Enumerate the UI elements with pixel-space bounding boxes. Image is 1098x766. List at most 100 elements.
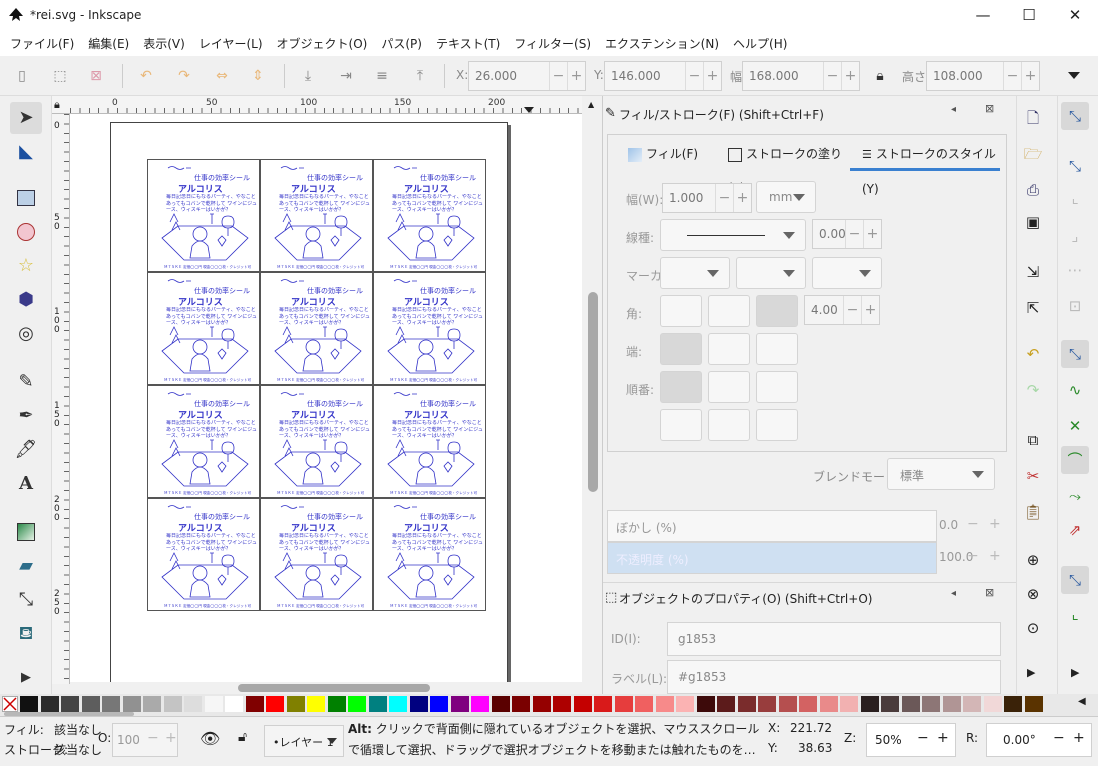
select-all-layers-icon[interactable]: ⬚ [48,64,72,88]
export-icon[interactable]: ⇱ [1019,294,1047,322]
rotate-ccw-icon[interactable]: ↶ [134,64,158,88]
new-document-icon[interactable]: 🗋︎ [1019,104,1047,132]
zoom-in-button[interactable]: + [937,730,949,746]
blur-decrement[interactable]: − [967,516,979,532]
menu-layer[interactable]: レイヤー(L) [193,33,269,55]
cap-butt-button[interactable] [660,333,702,365]
menu-edit[interactable]: 編集(E) [82,33,135,55]
current-layer-dropdown[interactable]: •レイヤー 1 [264,725,344,757]
palette-swatch[interactable] [389,696,407,712]
sticker-label[interactable]: 仕事の効率シール アルコリス 毎日記念日にもなるパーティ、やなことあってもコバン… [260,385,373,498]
node-tool-icon[interactable]: ◣ [10,136,42,168]
order-normal-button[interactable] [660,371,702,403]
palette-swatch[interactable] [901,696,920,712]
snap-nodes-icon[interactable]: ⤡ [1061,340,1089,368]
cap-square-button[interactable] [756,333,798,365]
palette-swatch[interactable] [430,696,448,712]
panel-close-icon[interactable]: ⊠ [985,102,994,115]
no-paint-swatch[interactable] [2,696,18,712]
dash-pattern-dropdown[interactable] [660,219,806,251]
palette-swatch[interactable] [307,696,325,712]
sticker-label[interactable]: 仕事の効率シール アルコリス 毎日記念日にもなるパーティ、やなことあってもコバン… [373,385,486,498]
width-decrement[interactable]: − [823,62,841,90]
tab-fill[interactable]: フィル(F) [616,137,716,171]
menu-text[interactable]: テキスト(T) [430,33,506,55]
sticker-grid[interactable]: 仕事の効率シール アルコリス 毎日記念日にもなるパーティ、やなことあってもコバン… [147,159,487,613]
import-icon[interactable]: ⇲ [1019,258,1047,286]
lock-ratio-icon[interactable]: 🔒︎ [868,64,892,88]
order-markers-stroke-button[interactable] [756,409,798,441]
palette-swatches[interactable] [20,694,1060,712]
dropper-tool-icon[interactable]: ⤡ [10,584,42,616]
palette-swatch[interactable] [778,696,797,712]
select-all-icon[interactable]: ▯ [10,64,34,88]
menu-file[interactable]: ファイル(F) [4,33,80,55]
toggle-visibility-icon[interactable]: 👁︎ [200,729,220,748]
palette-swatch[interactable] [20,696,38,712]
palette-swatch[interactable] [225,696,243,712]
palette-swatch[interactable] [204,696,223,712]
palette-swatch[interactable] [963,696,981,712]
palette-swatch[interactable] [163,696,182,712]
sticker-label[interactable]: 仕事の効率シール アルコリス 毎日記念日にもなるパーティ、やなことあってもコバン… [260,272,373,385]
horizontal-ruler[interactable]: 🔒︎ 0 50 100 150 200 [52,96,582,114]
rotate-cw-icon[interactable]: ↷ [172,64,196,88]
undo-icon[interactable]: ↶ [1019,340,1047,368]
paste-icon[interactable]: 📋︎ [1019,498,1047,526]
snap-smooth-icon[interactable]: ⤳ [1061,482,1089,510]
palette-swatch[interactable] [881,696,899,712]
snap-bbox-edge-icon[interactable]: ⌞ [1061,184,1089,212]
minimize-button[interactable]: — [960,0,1006,32]
palette-swatch[interactable] [184,696,202,712]
y-decrement[interactable]: − [685,62,703,90]
miter-limit-decrement[interactable]: − [843,296,861,324]
maximize-button[interactable]: ☐ [1006,0,1052,32]
width-field[interactable]: 168.000 − + [742,61,860,91]
miter-limit-increment[interactable]: + [861,296,879,324]
menu-filters[interactable]: フィルター(S) [508,33,597,55]
snap-cusp-icon[interactable]: ⌒ [1061,446,1089,474]
horizontal-scroll-thumb[interactable] [238,684,430,692]
horizontal-scrollbar[interactable] [70,682,584,694]
pencil-tool-icon[interactable]: ✎ [10,366,42,398]
palette-swatch[interactable] [655,696,674,712]
raise-to-top-icon[interactable]: ⤒ [408,64,432,88]
palette-swatch[interactable] [143,696,161,712]
star-tool-icon[interactable]: ☆ [10,250,42,282]
palette-swatch[interactable] [327,696,346,712]
color-palette[interactable]: ◀ [0,694,1098,716]
rotate-plus-button[interactable]: + [1073,730,1085,746]
palette-swatch[interactable] [758,696,776,712]
copy-icon[interactable]: ⧉ [1019,426,1047,454]
palette-swatch[interactable] [819,696,838,712]
height-increment[interactable]: + [1021,62,1039,90]
join-round-button[interactable] [708,295,750,327]
close-button[interactable]: ✕ [1052,0,1098,32]
palette-swatch[interactable] [942,696,961,712]
vertical-ruler[interactable]: 0 5 0 1 0 0 1 5 0 2 0 0 2 5 0 [52,114,70,684]
palette-swatch[interactable] [614,696,633,712]
palette-swatch[interactable] [471,696,489,712]
blend-mode-dropdown[interactable]: 標準 [887,458,995,490]
flip-horizontal-icon[interactable]: ⇔ [210,64,234,88]
palette-swatch[interactable] [1024,696,1043,712]
snap-center-icon[interactable]: ⌞ [1061,600,1089,628]
vertical-scroll-thumb[interactable] [588,292,598,492]
snap-bbox-center-icon[interactable]: ⊡ [1061,292,1089,320]
panel-close-icon[interactable]: ⊠ [985,586,994,599]
palette-swatch[interactable] [737,696,756,712]
palette-swatch[interactable] [573,696,592,712]
zoom-drawing-icon[interactable]: ⊗ [1019,580,1047,608]
deselect-icon[interactable]: ⊠ [84,64,108,88]
snap-bbox-midpoint-icon[interactable]: ⋯ [1061,256,1089,284]
lock-guides-icon[interactable]: 🔒︎ [54,98,60,112]
tab-stroke-paint[interactable]: ストロークの塗り(P) [716,137,846,195]
object-id-field[interactable]: g1853 [667,622,1001,656]
vertical-scrollbar[interactable]: ▲ [584,96,602,684]
stroke-unit-dropdown[interactable]: mm [756,181,816,213]
palette-swatch[interactable] [553,696,571,712]
opacity-status-field[interactable]: 100 − + [112,723,178,757]
join-miter-button[interactable] [756,295,798,327]
end-marker-dropdown[interactable] [812,257,882,289]
x-increment[interactable]: + [567,62,585,90]
